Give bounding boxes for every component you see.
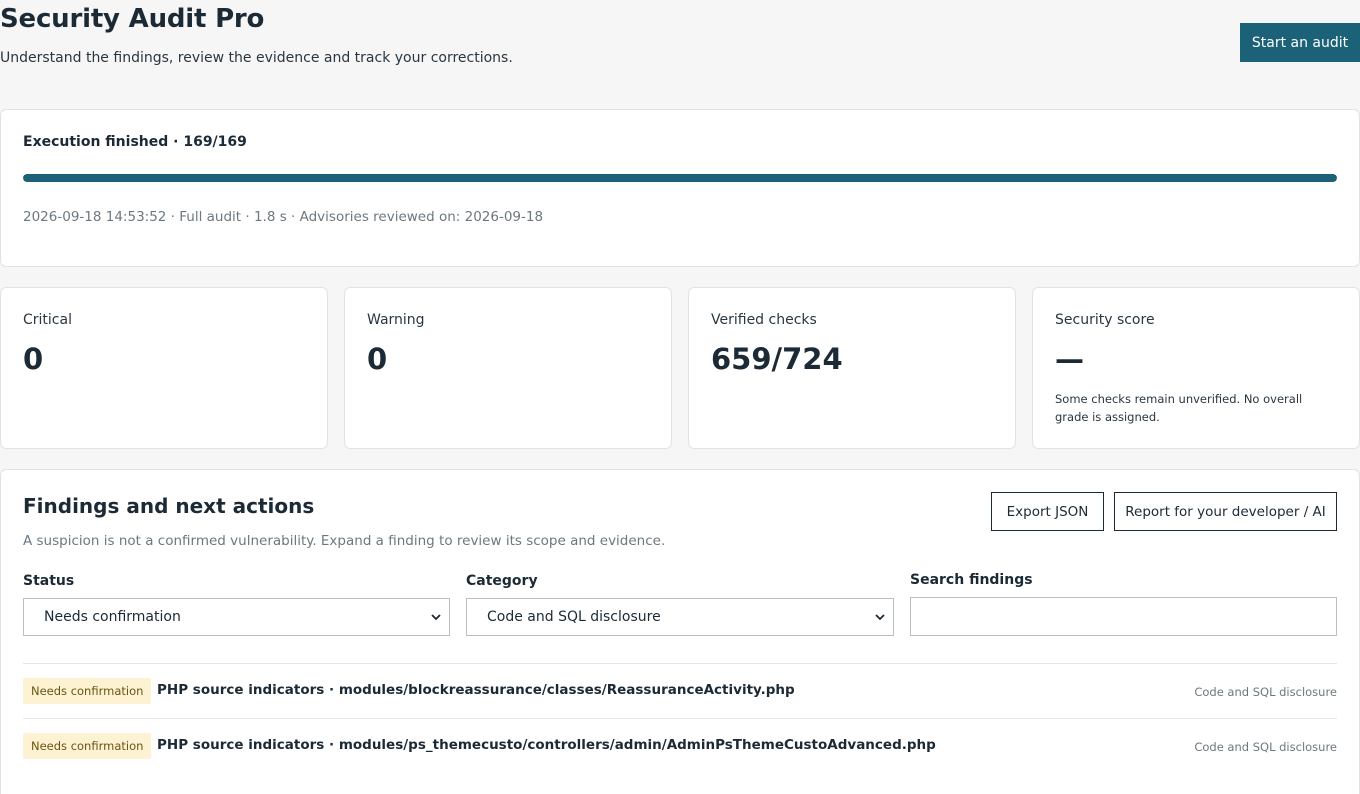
- score-note: Some checks remain unverified. No overal…: [1055, 392, 1303, 424]
- stat-value: —: [1055, 342, 1084, 376]
- category-filter-value: Code and SQL disclosure: [487, 609, 661, 625]
- findings-description: A suspicion is not a confirmed vulnerabi…: [23, 533, 666, 549]
- chevron-down-icon: [431, 614, 441, 621]
- app-title: Security Audit Pro: [0, 4, 265, 34]
- report-developer-button[interactable]: Report for your developer / AI: [1114, 492, 1337, 531]
- findings-card: Findings and next actions A suspicion is…: [0, 469, 1360, 794]
- stat-card-warning: Warning 0: [344, 287, 672, 449]
- chevron-down-icon: [875, 614, 885, 621]
- stat-card-verified: Verified checks 659/724: [688, 287, 1016, 449]
- start-audit-button[interactable]: Start an audit: [1240, 23, 1360, 62]
- app-subtitle: Understand the findings, review the evid…: [0, 50, 513, 66]
- finding-title: PHP source indicators · modules/blockrea…: [157, 682, 795, 698]
- page-header: Security Audit Pro Understand the findin…: [0, 0, 1360, 100]
- finding-title: PHP source indicators · modules/ps_theme…: [157, 737, 936, 753]
- finding-category: Code and SQL disclosure: [1194, 685, 1337, 699]
- execution-card: Execution finished · 169/169 2026-09-18 …: [0, 109, 1360, 267]
- status-badge: Needs confirmation: [23, 678, 152, 704]
- stat-label: Verified checks: [711, 312, 817, 328]
- findings-title: Findings and next actions: [23, 494, 315, 518]
- finding-row[interactable]: Needs confirmation PHP source indicators…: [23, 663, 1337, 718]
- search-findings-input[interactable]: [910, 597, 1337, 636]
- stat-value: 659/724: [711, 342, 843, 376]
- status-filter-select[interactable]: Needs confirmation: [23, 598, 450, 636]
- status-filter-label: Status: [23, 573, 75, 589]
- finding-category: Code and SQL disclosure: [1194, 740, 1337, 754]
- stat-card-score: Security score — Some checks remain unve…: [1032, 287, 1360, 449]
- stat-label: Security score: [1055, 312, 1155, 328]
- execution-progress-bar: [23, 174, 1337, 182]
- stat-card-critical: Critical 0: [0, 287, 328, 449]
- status-badge: Needs confirmation: [23, 733, 152, 759]
- finding-row[interactable]: Needs confirmation PHP source indicators…: [23, 718, 1337, 773]
- category-filter-label: Category: [466, 573, 538, 589]
- category-filter-select[interactable]: Code and SQL disclosure: [466, 598, 894, 636]
- stat-label: Critical: [23, 312, 72, 328]
- stat-label: Warning: [367, 312, 425, 328]
- export-json-button[interactable]: Export JSON: [991, 492, 1104, 531]
- stat-value: 0: [367, 342, 388, 376]
- search-findings-label: Search findings: [910, 572, 1033, 588]
- execution-progress-fill: [23, 174, 1337, 182]
- execution-meta: 2026-09-18 14:53:52 · Full audit · 1.8 s…: [23, 209, 544, 225]
- execution-status: Execution finished · 169/169: [23, 134, 247, 150]
- status-filter-value: Needs confirmation: [44, 609, 181, 625]
- stat-value: 0: [23, 342, 44, 376]
